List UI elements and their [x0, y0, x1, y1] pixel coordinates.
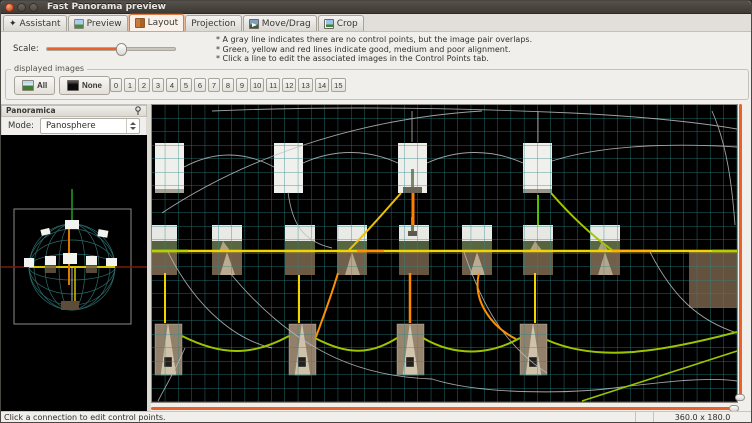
all-images-icon: [22, 80, 34, 91]
horizontal-scrollbar[interactable]: [151, 407, 739, 410]
displayed-images-label: displayed images: [11, 64, 87, 73]
image-toggle-button-12[interactable]: 12: [282, 78, 296, 92]
layout-canvas[interactable]: [151, 104, 738, 403]
minimize-button[interactable]: [17, 3, 26, 12]
projection-grid: [152, 105, 737, 402]
vertical-scrollbar[interactable]: [739, 104, 742, 401]
assistant-icon: ✦: [9, 19, 17, 29]
image-toggle-button-11[interactable]: 11: [266, 78, 280, 92]
titlebar: Fast Panorama preview: [1, 1, 751, 14]
crop-icon: [324, 19, 334, 29]
layout-icon: [135, 18, 145, 28]
image-toggle-button-10[interactable]: 10: [250, 78, 264, 92]
image-toggle-button-6[interactable]: 6: [194, 78, 206, 92]
mode-label: Mode:: [8, 121, 34, 131]
status-message: Click a connection to edit control point…: [1, 412, 636, 422]
help-line-gray: * A gray line indicates there are no con…: [216, 35, 532, 45]
tab-crop[interactable]: Crop: [318, 15, 364, 31]
image-toggle-button-9[interactable]: 9: [236, 78, 248, 92]
tab-move-drag-label: Move/Drag: [262, 19, 311, 29]
image-toggle-button-5[interactable]: 5: [180, 78, 192, 92]
image-toggle-button-4[interactable]: 4: [166, 78, 178, 92]
displayed-images-group: displayed images All None 01234567891011…: [5, 69, 749, 100]
panosphere-preview[interactable]: [1, 135, 147, 413]
mode-value: Panosphere: [46, 121, 96, 131]
tab-projection-label: Projection: [191, 19, 236, 29]
scale-slider-handle[interactable]: [116, 43, 127, 56]
show-all-images-button[interactable]: All: [14, 76, 55, 95]
panel-header: Panoramica: [1, 105, 147, 117]
fast-panorama-preview-window: Fast Panorama preview ✦ Assistant Previe…: [0, 0, 752, 423]
main-area: Panoramica Mode: Panosphere: [1, 101, 752, 413]
help-line-colors: * Green, yellow and red lines indicate g…: [216, 45, 532, 55]
status-bar: Click a connection to edit control point…: [1, 411, 751, 422]
tab-bar: ✦ Assistant Preview Layout Projection Mo…: [1, 14, 751, 32]
vertical-scrollbar-handle[interactable]: [735, 394, 745, 401]
pano-dimensions: 360.0 x 180.0: [654, 412, 751, 422]
tab-crop-label: Crop: [337, 19, 358, 29]
image-toggle-button-7[interactable]: 7: [208, 78, 220, 92]
none-label: None: [82, 81, 102, 90]
image-toggle-button-3[interactable]: 3: [152, 78, 164, 92]
panosphere-canvas[interactable]: [1, 135, 147, 409]
layout-canvas-svg[interactable]: [152, 105, 737, 402]
tab-preview-label: Preview: [87, 19, 122, 29]
preview-icon: [74, 19, 84, 29]
all-label: All: [37, 81, 47, 90]
mode-combobox[interactable]: Panosphere: [40, 118, 140, 134]
scale-label: Scale:: [13, 44, 39, 54]
image-number-buttons: 0123456789101112131415: [110, 78, 346, 92]
image-toggle-button-8[interactable]: 8: [222, 78, 234, 92]
no-images-icon: [67, 80, 79, 91]
image-toggle-button-2[interactable]: 2: [138, 78, 150, 92]
tab-assistant-label: Assistant: [20, 19, 61, 29]
help-line-click: * Click a line to edit the associated im…: [216, 54, 532, 64]
maximize-button[interactable]: [29, 3, 38, 12]
image-toggle-button-15[interactable]: 15: [331, 78, 345, 92]
tab-assistant[interactable]: ✦ Assistant: [3, 15, 67, 31]
scale-slider-fill: [47, 48, 121, 50]
show-no-images-button[interactable]: None: [59, 76, 110, 95]
window-title: Fast Panorama preview: [47, 2, 166, 12]
move-drag-icon: [249, 19, 259, 29]
scale-slider[interactable]: [46, 47, 176, 51]
layout-toolbar: Scale: * A gray line indicates there are…: [1, 32, 751, 67]
combo-spinner-icon[interactable]: [126, 119, 139, 133]
mode-row: Mode: Panosphere: [1, 117, 147, 135]
status-middle-field: [636, 412, 654, 422]
tab-move-drag[interactable]: Move/Drag: [243, 15, 317, 31]
tab-preview[interactable]: Preview: [68, 15, 128, 31]
close-button[interactable]: [5, 3, 14, 12]
tab-projection[interactable]: Projection: [185, 15, 242, 31]
tab-layout-label: Layout: [148, 18, 179, 28]
image-toggle-button-1[interactable]: 1: [124, 78, 136, 92]
tab-layout[interactable]: Layout: [129, 14, 185, 31]
image-toggle-button-14[interactable]: 14: [315, 78, 329, 92]
legend-help-text: * A gray line indicates there are no con…: [216, 35, 532, 64]
panoramica-panel: Panoramica Mode: Panosphere: [1, 104, 147, 413]
image-toggle-button-0[interactable]: 0: [110, 78, 122, 92]
pin-icon[interactable]: [134, 106, 142, 115]
image-toggle-button-13[interactable]: 13: [298, 78, 312, 92]
panel-title: Panoramica: [6, 106, 56, 115]
